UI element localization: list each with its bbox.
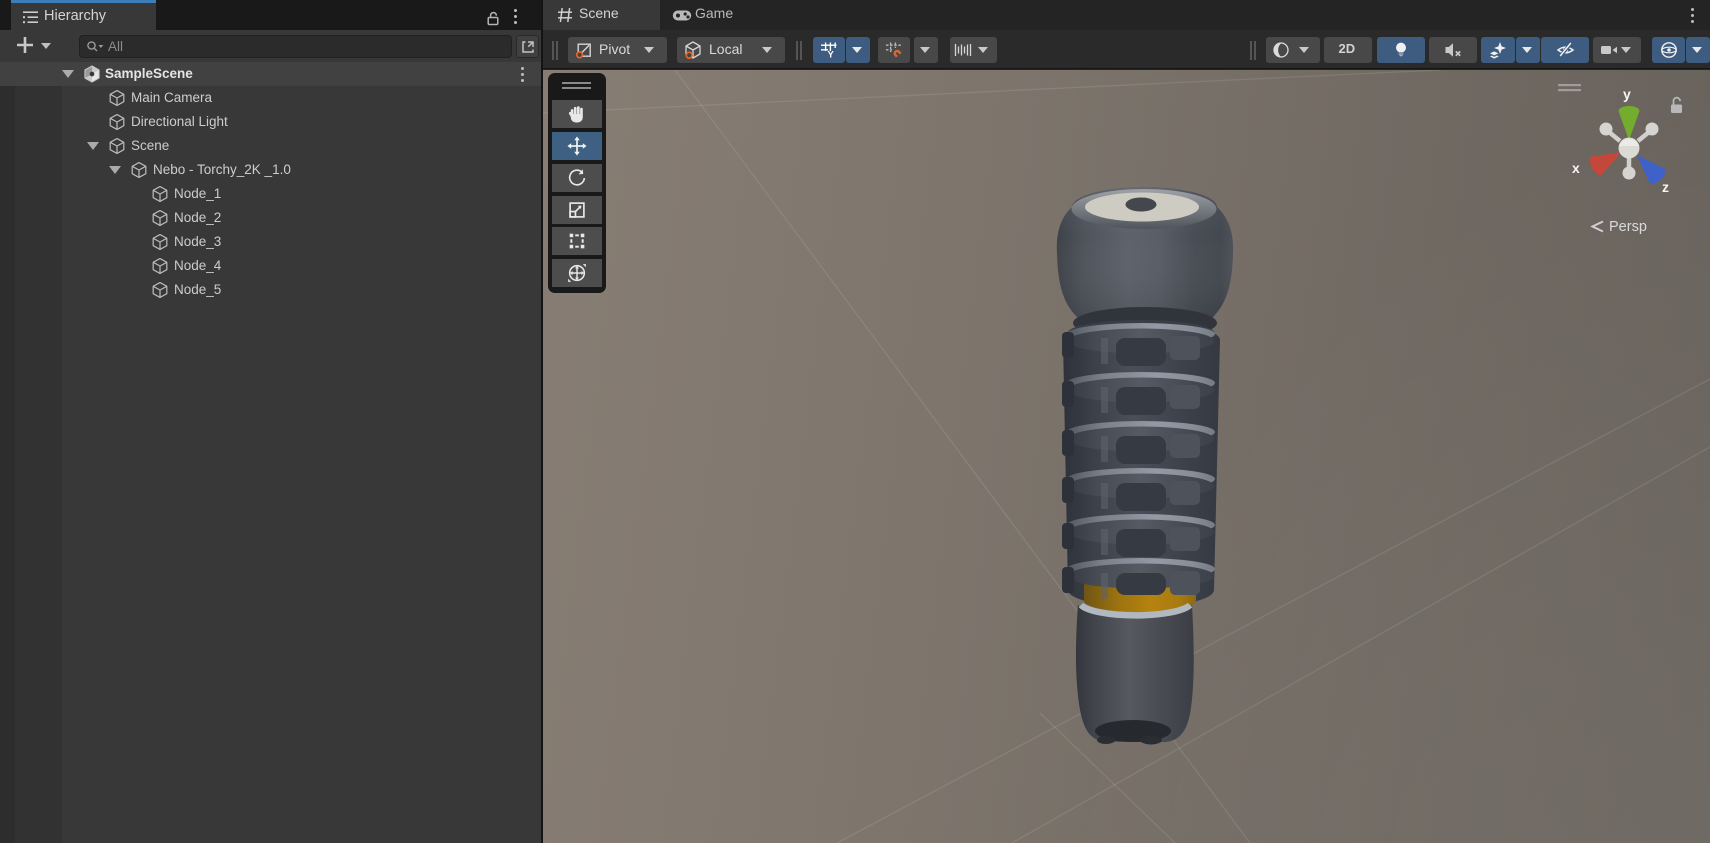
svg-text:Y: Y xyxy=(828,50,835,60)
svg-text:y: y xyxy=(1623,86,1631,102)
svg-text:z: z xyxy=(1662,179,1669,195)
svg-text:x: x xyxy=(1572,160,1580,176)
